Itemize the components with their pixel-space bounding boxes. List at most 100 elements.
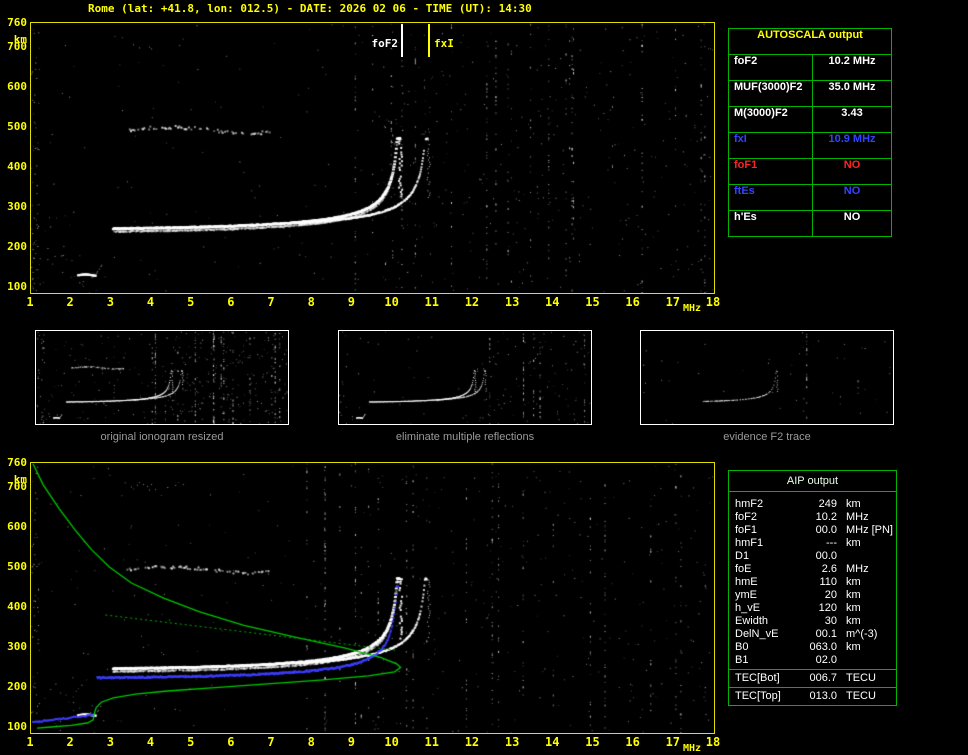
aip-row: ymE 20 km — [729, 589, 896, 602]
aip-table-header: AIP output — [729, 471, 896, 492]
aip-row: hmF1 --- km — [729, 537, 896, 550]
y-tick-label: 300 — [7, 640, 27, 653]
parameter-value: 35.0 MHz — [828, 81, 876, 93]
profile-flag: [PN] — [871, 524, 893, 536]
autoscala-row: ftEs NO — [729, 184, 891, 210]
y-axis-unit: km — [13, 33, 27, 46]
x-tick-label: 3 — [106, 295, 114, 309]
parameter-unit: km — [837, 615, 896, 628]
x-tick-label: 10 — [384, 735, 399, 749]
autoscala-window: Rome (lat: +41.8, lon: 012.5) - DATE: 20… — [0, 0, 968, 755]
parameter-name: MUF(3000)F2 — [729, 81, 813, 106]
parameter-name: h'Es — [729, 211, 813, 236]
parameter-name: B1 — [735, 654, 749, 666]
unit-text: km — [846, 576, 861, 588]
y-tick-label: 760 — [7, 16, 27, 29]
parameter-unit: km — [837, 537, 896, 550]
ionogram-canvas — [31, 23, 714, 293]
parameter-name: fxI — [729, 133, 813, 158]
x-tick-label: 8 — [307, 295, 315, 309]
x-tick-label: 6 — [227, 735, 235, 749]
x-tick-label: 7 — [267, 735, 275, 749]
thumbnail-caption: original ionogram resized — [100, 431, 224, 443]
autoscala-row: h'Es NO — [729, 210, 891, 236]
x-tick-label: 3 — [106, 735, 114, 749]
parameter-value: 10.2 MHz — [828, 55, 876, 67]
table-divider — [729, 669, 896, 670]
x-tick-label: 16 — [625, 295, 640, 309]
parameter-unit: TECU — [837, 672, 896, 685]
x-tick-label: 16 — [625, 735, 640, 749]
autoscala-table-body: foF2 10.2 MHz MUF(3000)F2 35.0 MHz M(3000)F2… — [729, 54, 891, 236]
parameter-unit: km — [837, 589, 896, 602]
x-tick-label: 4 — [146, 735, 155, 749]
y-tick-label: 200 — [7, 240, 27, 253]
parameter-value: 10.9 MHz — [828, 133, 876, 145]
parameter-value: NO — [843, 185, 861, 197]
parameter-name: foF1 — [729, 159, 813, 184]
top-ionogram-plot: foF2 fxI — [30, 22, 715, 294]
thumbnail-caption: evidence F2 trace — [723, 431, 811, 443]
parameter-name: hmF1 — [735, 537, 764, 549]
x-tick-label: 17 — [665, 295, 681, 309]
parameter-value: --- — [826, 537, 837, 549]
parameter-value: 20 — [824, 589, 837, 601]
parameter-value: 120 — [818, 602, 837, 614]
parameter-value: 063.0 — [809, 641, 837, 653]
parameter-unit: km — [837, 576, 896, 589]
aip-output-table: AIP output hmF2 249 km foF2 10.2 MHz foF1 00.0 M… — [728, 470, 897, 706]
unit-text: km — [846, 641, 861, 653]
x-tick-label: 15 — [585, 295, 600, 309]
table-divider — [729, 687, 896, 688]
autoscala-row: foF1 NO — [729, 158, 891, 184]
unit-text: TECU — [846, 690, 876, 702]
unit-text: km — [846, 537, 861, 549]
y-tick-label: 100 — [7, 280, 27, 293]
parameter-name: h_vE — [735, 602, 761, 614]
x-tick-label: 4 — [146, 295, 155, 309]
autoscala-output-table: AUTOSCALA output foF2 10.2 MHz MUF(3000)F2… — [728, 28, 892, 237]
parameter-value: 249 — [818, 498, 837, 510]
parameter-name: ftEs — [729, 185, 813, 210]
aip-row: h_vE 120 km — [729, 602, 896, 615]
aip-row: hmE 110 km — [729, 576, 896, 589]
window-title: Rome (lat: +41.8, lon: 012.5) - DATE: 20… — [88, 2, 532, 15]
x-tick-label: 7 — [267, 295, 275, 309]
aip-row: D1 00.0 — [729, 550, 896, 563]
parameter-value: 006.7 — [809, 672, 837, 684]
parameter-name: ymE — [735, 589, 757, 601]
parameter-name: M(3000)F2 — [729, 107, 813, 132]
parameter-name: TEC[Bot] — [735, 672, 780, 684]
parameter-unit: m^(-3) — [837, 628, 896, 641]
autoscala-row: M(3000)F2 3.43 — [729, 106, 891, 132]
aip-row: foE 2.6 MHz — [729, 563, 896, 576]
x-tick-label: 18 — [705, 295, 721, 309]
parameter-name: hmE — [735, 576, 758, 588]
fof2-marker-line — [401, 24, 403, 57]
aip-row: B1 02.0 — [729, 654, 896, 667]
unit-text: TECU — [846, 672, 876, 684]
thumbnail-canvas — [36, 331, 288, 424]
autoscala-row: MUF(3000)F2 35.0 MHz — [729, 80, 891, 106]
x-tick-label: 6 — [227, 295, 235, 309]
fxi-marker-label: fxI — [434, 37, 454, 50]
parameter-unit: TECU — [837, 690, 896, 703]
bottom-ionogram-plot — [30, 462, 715, 734]
fof2-marker-label: foF2 — [371, 37, 399, 50]
profile-ionogram-canvas — [31, 463, 714, 733]
y-tick-label: 400 — [7, 600, 27, 613]
y-tick-label: 400 — [7, 160, 27, 173]
y-tick-label: 300 — [7, 200, 27, 213]
thumbnail-canvas — [641, 331, 893, 424]
parameter-name: DelN_vE — [735, 628, 779, 640]
aip-table-body: hmF2 249 km foF2 10.2 MHz foF1 00.0 MHz [PN] hmF1-… — [729, 498, 896, 703]
parameter-value: 00.0 — [815, 550, 837, 562]
aip-row: TEC[Top] 013.0 TECU — [729, 690, 896, 703]
parameter-name: foE — [735, 563, 752, 575]
x-tick-label: 14 — [545, 295, 560, 309]
thumbnail-evidence-f2 — [640, 330, 894, 425]
x-axis-unit: MHz — [683, 743, 702, 754]
unit-text: km — [846, 498, 861, 510]
x-tick-label: 13 — [504, 735, 520, 749]
unit-text: MHz — [846, 511, 869, 523]
